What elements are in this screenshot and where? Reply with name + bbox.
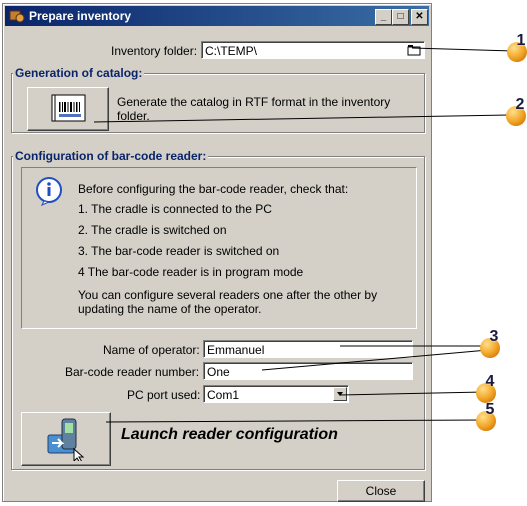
callout-1: 1 [507,32,527,62]
callout-3: 3 [480,328,500,358]
callout-lines [93,47,515,423]
callout-4: 4 [476,373,496,403]
callout-5: 5 [476,401,496,431]
callout-2: 2 [506,96,526,126]
